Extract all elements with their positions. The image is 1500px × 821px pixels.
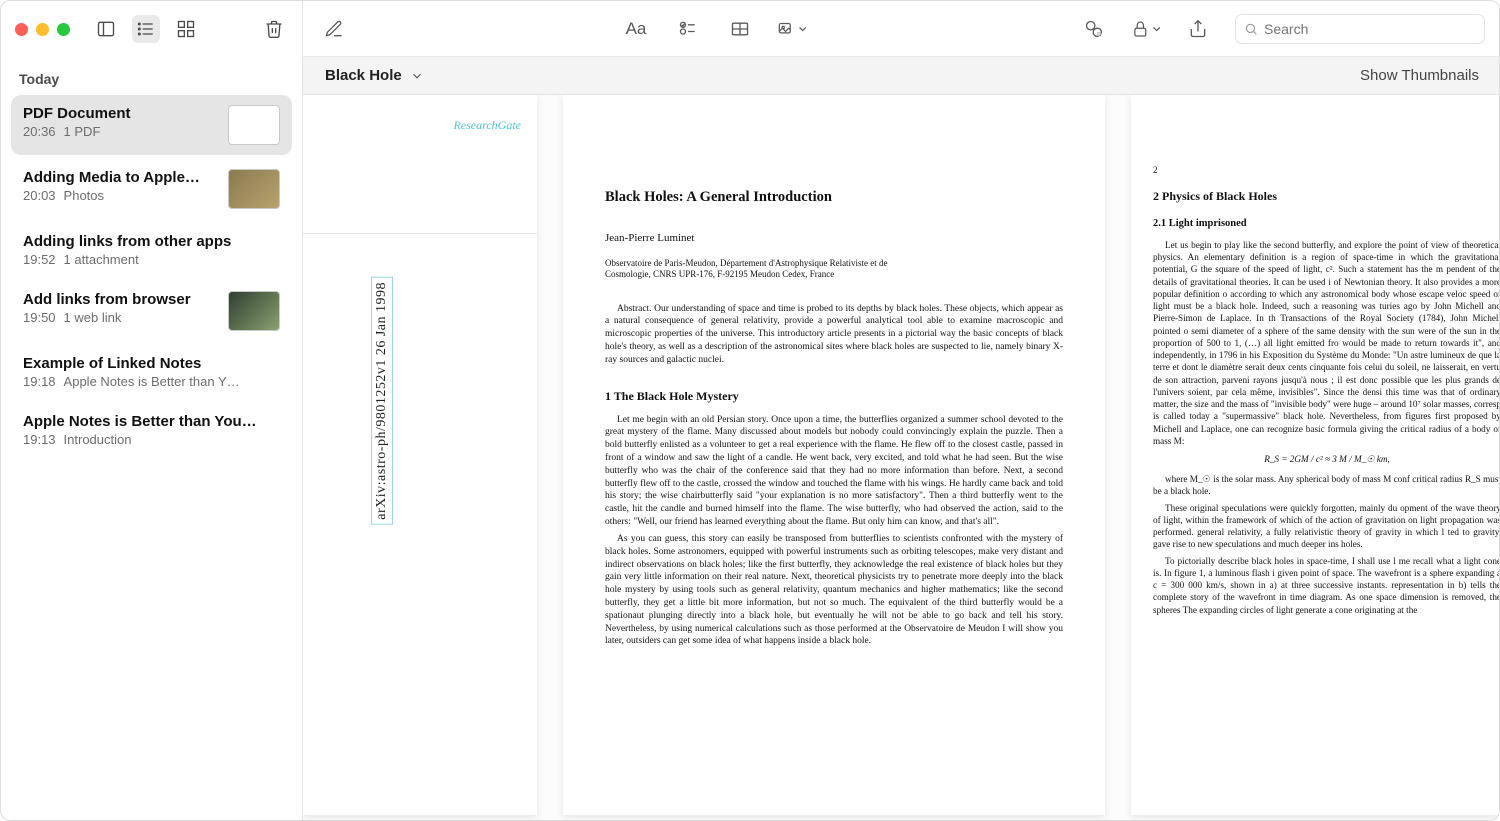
note-item-sub: 20:03Photos: [23, 188, 218, 203]
section-2-heading: 2 Physics of Black Holes: [1153, 189, 1500, 204]
note-item[interactable]: PDF Document 20:361 PDF: [11, 95, 292, 155]
page-number: 2: [1153, 165, 1500, 175]
table-icon[interactable]: [725, 14, 755, 44]
chevron-down-icon: [410, 69, 424, 83]
note-item[interactable]: Apple Notes is Better than You… 19:13Intr…: [11, 403, 292, 457]
arxiv-id: arXiv:astro-ph/9801252v1 26 Jan 1998: [371, 277, 393, 525]
note-item-sub: 19:521 attachment: [23, 252, 280, 267]
note-item-title: Add links from browser: [23, 291, 218, 308]
section-2-1-heading: 2.1 Light imprisoned: [1153, 218, 1500, 229]
note-thumbnail: [228, 291, 280, 331]
paper-author: Jean-Pierre Luminet: [605, 232, 1063, 244]
note-item-title: Example of Linked Notes: [23, 355, 280, 372]
lock-icon[interactable]: [1131, 14, 1161, 44]
note-title-text: Black Hole: [325, 67, 402, 84]
note-thumbnail: [228, 105, 280, 145]
pdf-viewport[interactable]: ResearchGate arXiv:astro-ph/9801252v1 26…: [303, 95, 1500, 820]
grid-view-icon[interactable]: [172, 15, 200, 43]
paper-affiliation: Observatoire de Paris-Meudon, Départemen…: [605, 258, 1063, 281]
close-window-button[interactable]: [15, 23, 28, 36]
note-item-sub: 19:18Apple Notes is Better than Y…: [23, 374, 280, 389]
note-item[interactable]: Add links from browser 19:501 web link: [11, 281, 292, 341]
note-item[interactable]: Example of Linked Notes 19:18Apple Notes …: [11, 345, 292, 399]
source-label: ResearchGate: [453, 118, 521, 133]
note-item-title: Apple Notes is Better than You…: [23, 413, 280, 430]
share-icon[interactable]: [1183, 14, 1213, 44]
section-label-today: Today: [1, 57, 302, 95]
pdf-page-2: Black Holes: A General Introduction Jean…: [563, 95, 1105, 815]
section-1-heading: 1 The Black Hole Mystery: [605, 389, 1063, 404]
search-icon: [1244, 22, 1258, 36]
paper-abstract: Abstract. Our understanding of space and…: [605, 303, 1063, 367]
format-icon[interactable]: Aa: [621, 14, 651, 44]
note-thumbnail: [228, 169, 280, 209]
paper-title: Black Holes: A General Introduction: [605, 189, 1063, 206]
equation: R_S = 2GM / c² ≈ 3 M / M_☉ km,: [1153, 453, 1500, 465]
media-icon[interactable]: [777, 14, 807, 44]
toggle-sidebar-icon[interactable]: [92, 15, 120, 43]
note-title-dropdown[interactable]: Black Hole: [325, 67, 424, 84]
note-item-sub: 19:501 web link: [23, 310, 218, 325]
paragraph: Let me begin with an old Persian story. …: [605, 414, 1063, 529]
pdf-page-3: 2 2 Physics of Black Holes 2.1 Light imp…: [1131, 95, 1500, 815]
pdf-page-1: ResearchGate arXiv:astro-ph/9801252v1 26…: [303, 95, 537, 815]
paragraph: As you can guess, this story can easily …: [605, 533, 1063, 648]
checklist-icon[interactable]: [673, 14, 703, 44]
show-thumbnails-button[interactable]: Show Thumbnails: [1360, 67, 1479, 84]
search-field[interactable]: [1235, 14, 1485, 44]
list-view-icon[interactable]: [132, 15, 160, 43]
delete-icon[interactable]: [260, 15, 288, 43]
note-item-sub: 20:361 PDF: [23, 124, 218, 139]
search-input[interactable]: [1264, 21, 1476, 37]
note-item[interactable]: Adding Media to Apple… 20:03Photos: [11, 159, 292, 219]
note-item-title: PDF Document: [23, 105, 218, 122]
note-item-title: Adding Media to Apple…: [23, 169, 218, 186]
minimize-window-button[interactable]: [36, 23, 49, 36]
note-item[interactable]: Adding links from other apps 19:521 attac…: [11, 223, 292, 277]
note-item-sub: 19:13Introduction: [23, 432, 280, 447]
paragraph: where M_☉ is the solar mass. Any spheric…: [1153, 473, 1500, 497]
paragraph: Let us begin to play like the second but…: [1153, 239, 1500, 447]
note-item-title: Adding links from other apps: [23, 233, 280, 250]
new-note-icon[interactable]: [319, 14, 349, 44]
link-icon[interactable]: [1079, 14, 1109, 44]
paragraph: These original speculations were quickly…: [1153, 502, 1500, 551]
note-list: PDF Document 20:361 PDF Adding Media to Ap…: [1, 95, 302, 820]
window-controls[interactable]: [15, 23, 70, 36]
paragraph: To pictorially describe black holes in s…: [1153, 555, 1500, 616]
zoom-window-button[interactable]: [57, 23, 70, 36]
